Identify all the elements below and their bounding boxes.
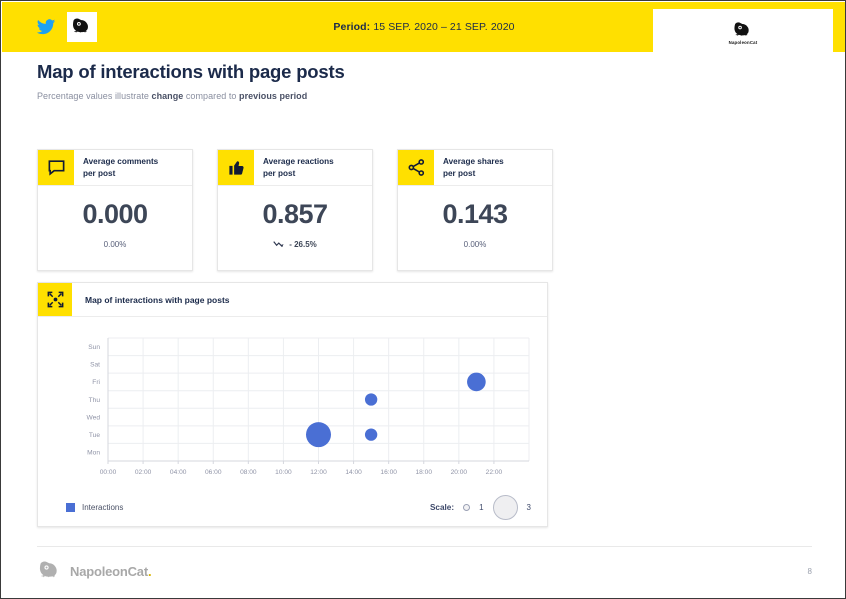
card-value: 0.143 <box>442 199 508 229</box>
bubble-tue-1500[interactable] <box>364 428 378 441</box>
kpi-card-average-comments: Average comments per post 0.000 0.00% <box>37 149 193 271</box>
card-change: - 26.5% <box>273 240 317 249</box>
legend-swatch-interactions <box>66 503 75 512</box>
card-value: 0.000 <box>82 199 148 229</box>
brand-badge: NapoleonCat <box>653 9 833 57</box>
comment-bubble-icon <box>38 150 74 185</box>
scale-value-small: 1 <box>479 503 484 512</box>
card-change-value: 0.00% <box>463 240 487 249</box>
napoleoncat-footer-icon <box>39 561 57 578</box>
report-page: Period: 15 SEP. 2020 – 21 SEP. 2020 Napo… <box>0 0 846 599</box>
panel-header: Map of interactions with page posts <box>38 283 547 317</box>
page-title: Map of interactions with page posts <box>37 61 345 82</box>
subtitle-bold-previous: previous period <box>239 91 308 101</box>
page-header: Period: 15 SEP. 2020 – 21 SEP. 2020 Napo… <box>2 2 845 57</box>
bubble-thu-1500[interactable] <box>364 393 378 406</box>
legend-label-interactions: Interactions <box>82 503 124 512</box>
card-change: 0.00% <box>464 240 487 249</box>
kpi-card-average-reactions: Average reactions per post 0.857 - 26.5% <box>217 149 373 271</box>
scale-circle-small <box>463 504 471 511</box>
chart-footer: Interactions Scale: 1 3 <box>38 489 549 526</box>
card-title: Average shares per post <box>434 150 552 185</box>
x-tick-2000: 20:00 <box>451 469 468 476</box>
y-tick-fri: Fri <box>92 379 100 386</box>
x-tick-1600: 16:00 <box>380 469 397 476</box>
card-title-line1: Average comments <box>83 157 159 167</box>
x-tick-0600: 06:00 <box>205 469 222 476</box>
footer-brand-dot: . <box>147 563 152 579</box>
page-subtitle: Percentage values illustrate change comp… <box>37 91 345 101</box>
period-value: 15 SEP. 2020 – 21 SEP. 2020 <box>373 21 515 33</box>
card-title-line1: Average reactions <box>263 157 334 167</box>
panel-title: Map of interactions with page posts <box>85 294 230 305</box>
page-number: 8 <box>807 567 812 576</box>
x-axis-tick-labels: 00:00 02:00 04:00 06:00 08:00 10:00 12:00 14:00… <box>100 461 503 476</box>
y-tick-tue: Tue <box>89 432 100 439</box>
y-tick-wed: Wed <box>87 414 101 421</box>
title-block: Map of interactions with page posts Perc… <box>37 61 345 101</box>
card-title-line2: per post <box>83 168 116 178</box>
kpi-card-row: Average comments per post 0.000 0.00% Ave… <box>37 149 553 271</box>
card-change-value: - 26.5% <box>289 240 317 249</box>
brand-badge-name: NapoleonCat <box>728 39 758 45</box>
card-body: 0.000 0.00% <box>38 186 192 270</box>
interaction-map-panel: Map of interactions with page posts Sun S… <box>37 282 548 527</box>
y-tick-mon: Mon <box>87 450 100 457</box>
share-nodes-icon <box>398 150 434 185</box>
kpi-card-average-shares: Average shares per post 0.143 0.00% <box>397 149 553 271</box>
bubble-chart-svg: Sun Sat Fri Thu Wed Tue Mon 00:00 02:00 04:00 06:… <box>87 337 530 476</box>
footer-divider <box>37 546 812 547</box>
scale-label: Scale: <box>429 503 455 512</box>
x-tick-2200: 22:00 <box>486 469 503 476</box>
chart-legend: Interactions <box>66 503 123 512</box>
card-body: 0.143 0.00% <box>398 186 552 270</box>
footer-brand: NapoleonCat. <box>37 561 152 581</box>
card-header: Average reactions per post <box>218 150 372 186</box>
card-body: 0.857 - 26.5% <box>218 186 372 270</box>
y-axis-tick-labels: Sun Sat Fri Thu Wed Tue Mon <box>87 344 101 456</box>
x-tick-0200: 02:00 <box>135 469 152 476</box>
period-label: Period: <box>333 21 371 33</box>
bubble-tue-1200[interactable] <box>306 422 331 448</box>
y-tick-thu: Thu <box>89 397 101 404</box>
bubble-chart: Sun Sat Fri Thu Wed Tue Mon 00:00 02:00 04:00 06:… <box>38 317 549 489</box>
card-title: Average comments per post <box>74 150 192 185</box>
card-title-line2: per post <box>443 168 476 178</box>
subtitle-bold-change: change <box>151 91 184 101</box>
x-tick-1200: 12:00 <box>310 469 327 476</box>
card-title-line1: Average shares <box>443 157 504 167</box>
x-tick-1800: 18:00 <box>415 469 432 476</box>
card-title: Average reactions per post <box>254 150 372 185</box>
card-change-value: 0.00% <box>103 240 127 249</box>
scale-circle-large <box>492 495 518 520</box>
footer-brand-text: NapoleonCat <box>70 563 148 579</box>
card-title-line2: per post <box>263 168 296 178</box>
x-tick-1000: 10:00 <box>275 469 292 476</box>
x-tick-0800: 08:00 <box>240 469 257 476</box>
footer-brand-name: NapoleonCat. <box>70 563 152 579</box>
card-value: 0.857 <box>262 199 328 229</box>
y-tick-sat: Sat <box>90 362 100 369</box>
subtitle-pre: Percentage values illustrate <box>37 91 152 101</box>
bubble-scale-legend: Scale: 1 3 <box>430 495 531 520</box>
interaction-map-icon <box>38 283 72 316</box>
bubble-fri-2100[interactable] <box>467 372 486 392</box>
x-tick-1400: 14:00 <box>345 469 362 476</box>
scale-value-large: 3 <box>526 503 531 512</box>
card-change: 0.00% <box>104 240 127 249</box>
trend-down-icon <box>273 240 286 249</box>
card-header: Average shares per post <box>398 150 552 186</box>
y-tick-sun: Sun <box>88 344 100 351</box>
thumbs-up-icon <box>218 150 254 185</box>
subtitle-mid: compared to <box>183 91 240 101</box>
x-tick-0400: 04:00 <box>170 469 187 476</box>
x-tick-0000: 00:00 <box>100 469 117 476</box>
napoleoncat-badge-icon <box>734 21 749 36</box>
card-header: Average comments per post <box>38 150 192 186</box>
